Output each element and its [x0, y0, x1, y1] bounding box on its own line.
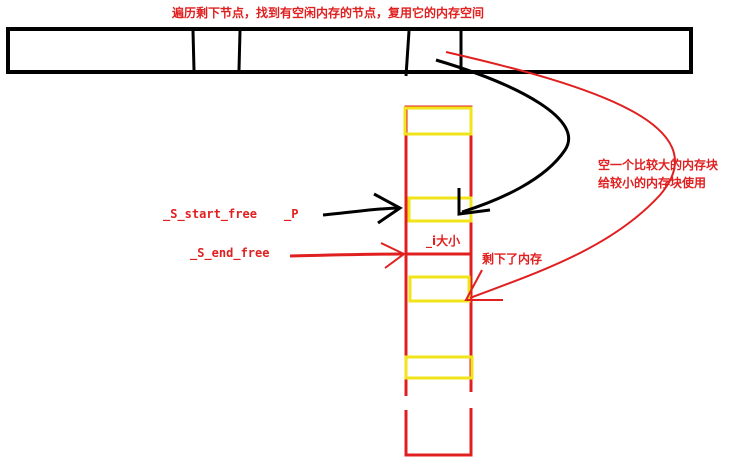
remaining-label: 剩下了内存	[482, 252, 543, 266]
memory-block-remaining	[408, 275, 471, 303]
side-note-line2: 给较小的内存块使用	[598, 176, 707, 190]
reuse-arrow	[435, 58, 571, 214]
bar-divider	[191, 30, 196, 71]
i-size-label: _i大小	[426, 234, 461, 248]
memory-block	[404, 355, 474, 380]
start-free-label: _S_start_free	[163, 207, 257, 221]
start-free-arrow	[322, 206, 401, 217]
memory-block-allocated	[407, 196, 473, 223]
free-list-bar	[6, 27, 693, 74]
p-label: _P	[284, 207, 299, 221]
remaining-arrow	[445, 51, 676, 299]
end-free-arrow	[289, 252, 405, 258]
memory-diagram	[6, 27, 693, 457]
memory-column	[404, 105, 473, 457]
top-caption: 遍历剩下节点，找到有空闲内存的节点，复用它的内存空间	[172, 6, 485, 20]
memory-block	[403, 106, 473, 136]
bar-divider	[237, 30, 242, 71]
end-free-label: _S_end_free	[190, 246, 270, 260]
bar-divider	[404, 30, 411, 77]
side-note-line1: 空一个比较大的内存块	[598, 158, 719, 172]
